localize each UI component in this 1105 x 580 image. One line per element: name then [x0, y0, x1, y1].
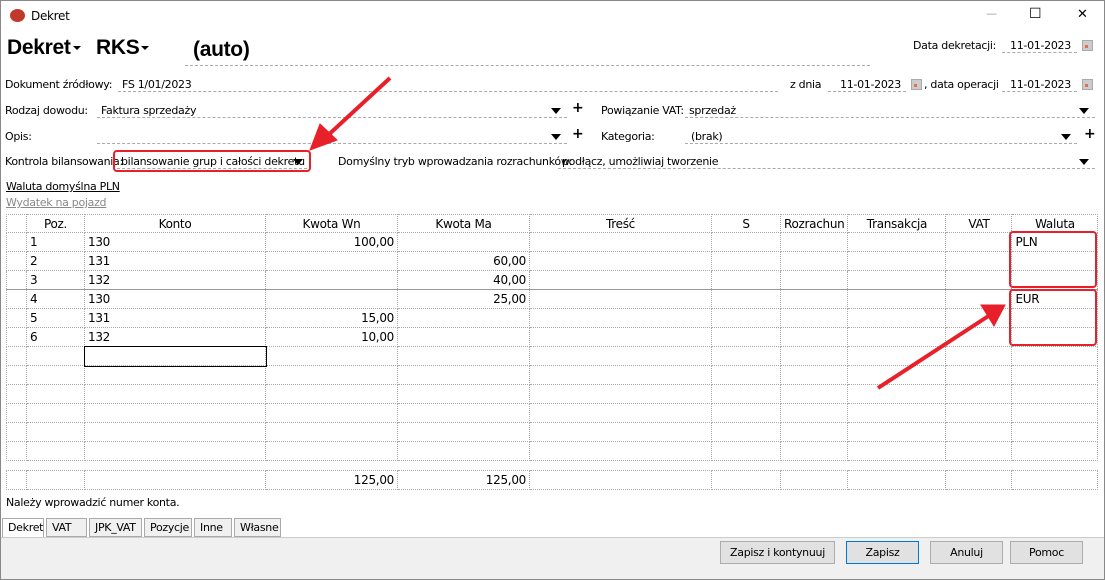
tab-vat[interactable]: VAT [46, 518, 87, 537]
tab-dekret[interactable]: Dekret [2, 518, 44, 537]
tab-jpk_vat[interactable]: JPK_VAT [89, 518, 142, 537]
arrow-icon [309, 76, 392, 151]
annotation-arrows [309, 76, 1006, 390]
arrow-icon [876, 304, 1006, 390]
tab-pozycje[interactable]: Pozycje [144, 518, 192, 537]
tab-inne[interactable]: Inne [194, 518, 232, 537]
help-button[interactable]: Pomoc [1010, 541, 1083, 564]
save-continue-button[interactable]: Zapisz i kontynuuj [720, 541, 835, 564]
status-message: Należy wprowadzić numer konta. [6, 496, 180, 509]
tab-wasne[interactable]: Własne [234, 518, 281, 537]
save-button[interactable]: Zapisz [846, 541, 919, 564]
cancel-button[interactable]: Anuluj [930, 541, 1003, 564]
